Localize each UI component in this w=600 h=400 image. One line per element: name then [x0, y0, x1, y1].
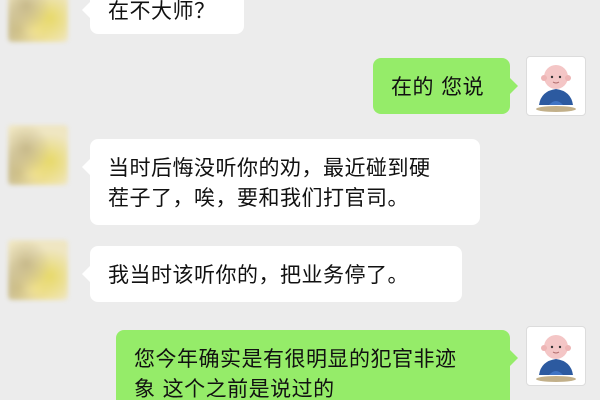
monk-avatar-icon[interactable]	[526, 56, 586, 116]
message-text: 茬子了，唉，要和我们打官司。	[108, 186, 409, 210]
contact-avatar-icon[interactable]	[8, 240, 68, 300]
message-text: 当时后悔没听你的劝，最近碰到硬	[108, 156, 431, 180]
incoming-message-bubble[interactable]: 我当时该听你的，把业务停了。	[82, 246, 462, 302]
outgoing-message-bubble[interactable]: 在的 您说	[373, 58, 518, 114]
chat-area: 在不大师？ 在的 您说 当时后悔没听你的劝，最近碰到硬 茬子了，唉，要和我们打官…	[0, 0, 600, 400]
monk-figure-icon	[536, 65, 576, 112]
message-text: 在不大师？	[108, 0, 216, 23]
outgoing-message-bubble[interactable]: 您今年确实是有很明显的犯官非迹 象 这个之前是说过的	[116, 330, 518, 400]
incoming-message-bubble[interactable]: 当时后悔没听你的劝，最近碰到硬 茬子了，唉，要和我们打官司。	[82, 139, 480, 225]
message-text: 象 这个之前是说过的	[134, 377, 335, 400]
message-text: 您今年确实是有很明显的犯官非迹	[134, 347, 457, 371]
contact-avatar-icon[interactable]	[8, 0, 68, 42]
incoming-message-bubble[interactable]: 在不大师？	[82, 0, 244, 34]
monk-avatar-icon[interactable]	[526, 326, 586, 386]
monk-figure-icon	[536, 335, 576, 382]
message-text: 在的 您说	[391, 75, 485, 99]
message-text: 我当时该听你的，把业务停了。	[108, 263, 409, 287]
contact-avatar-icon[interactable]	[8, 125, 68, 185]
